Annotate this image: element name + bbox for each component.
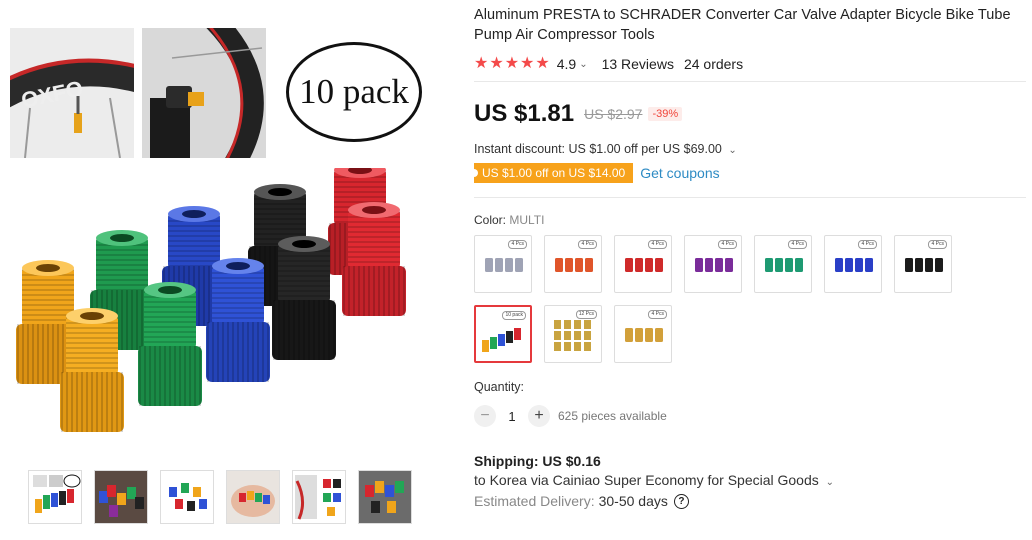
- swatch-pack-tag: 4 Pcs: [648, 240, 667, 249]
- swatch-image: [555, 258, 593, 272]
- price-row: US $1.81 US $2.97 -39%: [474, 98, 1026, 130]
- color-swatches: 4 Pcs 4 Pcs 4 Pcs 4 Pcs 4 Pcs 4 Pcs 4 Pcs 10 pa…: [474, 235, 1026, 363]
- swatch-image: [482, 328, 521, 352]
- rating-row: ★ ★ ★ ★ ★ 4.9 ⌄ 13 Reviews 24 orders: [474, 53, 1026, 75]
- color-swatch-purple[interactable]: 4 Pcs: [684, 235, 742, 293]
- color-swatch-silver[interactable]: 4 Pcs: [474, 235, 532, 293]
- color-value: MULTI: [509, 213, 545, 227]
- swatch-pack-tag: 4 Pcs: [718, 240, 737, 249]
- swatch-image: [625, 258, 663, 272]
- quantity-label: Quantity:: [474, 380, 525, 394]
- quantity-value[interactable]: 1: [496, 409, 528, 424]
- divider: [474, 197, 1026, 198]
- inset-pump-photo: [142, 28, 266, 158]
- star-icon: ★: [520, 55, 535, 72]
- color-swatch-black[interactable]: 4 Pcs: [894, 235, 952, 293]
- shipping-title: Shipping: US $0.16: [474, 453, 601, 469]
- delivery-label: Estimated Delivery:: [474, 493, 595, 509]
- adapter-red-front: [342, 202, 406, 316]
- estimated-delivery: Estimated Delivery: 30-50 days ?: [474, 493, 1026, 509]
- main-product-image[interactable]: OXFO 10 pack: [10, 28, 430, 448]
- reviews-link[interactable]: 13 Reviews: [602, 56, 674, 72]
- swatch-image: [905, 258, 943, 272]
- star-icon: ★: [489, 55, 504, 72]
- delivery-days: 30-50 days: [598, 493, 668, 509]
- shipping-destination-text: to Korea via Cainiao Super Economy for S…: [474, 472, 819, 488]
- color-swatch-red[interactable]: 4 Pcs: [614, 235, 672, 293]
- thumbnail-5[interactable]: [292, 470, 346, 524]
- swatch-pack-tag: 4 Pcs: [578, 240, 597, 249]
- color-label-text: Color:: [474, 213, 507, 227]
- color-swatch-blue[interactable]: 4 Pcs: [824, 235, 882, 293]
- thumbnail-6[interactable]: [358, 470, 412, 524]
- coupon-row: US $1.00 off on US $14.00 Get coupons: [469, 163, 1026, 183]
- adapters-illustration: [16, 168, 406, 432]
- color-swatch-multi[interactable]: 10 pack: [474, 305, 532, 363]
- orders-count: 24 orders: [683, 56, 744, 72]
- decrease-quantity-button[interactable]: −: [474, 405, 496, 427]
- color-swatch-gold-12[interactable]: 12 Pcs: [544, 305, 602, 363]
- instant-discount[interactable]: Instant discount: US $1.00 off per US $6…: [474, 142, 1026, 156]
- chevron-down-icon[interactable]: ⌄: [826, 477, 834, 488]
- help-icon[interactable]: ?: [673, 493, 689, 509]
- swatch-pack-tag: 12 Pcs: [575, 310, 597, 319]
- rating-stars: ★ ★ ★ ★ ★: [474, 56, 550, 72]
- thumbnail-4[interactable]: [226, 470, 280, 524]
- product-info: Aluminum PRESTA to SCHRADER Converter Ca…: [469, 0, 1026, 509]
- thumbnail-1[interactable]: [28, 470, 82, 524]
- image-gallery: OXFO 10 pack: [0, 0, 440, 540]
- swatch-image: [765, 258, 803, 272]
- inset-wheel-photo: OXFO: [10, 28, 134, 158]
- adapter-black-front: [272, 236, 336, 360]
- shipping-destination[interactable]: to Korea via Cainiao Super Economy for S…: [474, 472, 1026, 488]
- swatch-pack-tag: 4 Pcs: [788, 240, 807, 249]
- product-title: Aluminum PRESTA to SCHRADER Converter Ca…: [474, 7, 1011, 43]
- coupon-tag[interactable]: US $1.00 off on US $14.00: [469, 163, 634, 183]
- instant-discount-text: Instant discount: US $1.00 off per US $6…: [474, 142, 722, 156]
- color-swatch-green[interactable]: 4 Pcs: [754, 235, 812, 293]
- swatch-image: [835, 258, 873, 272]
- swatch-pack-tag: 4 Pcs: [928, 240, 947, 249]
- rating-value[interactable]: 4.9: [557, 56, 576, 72]
- swatch-image: [625, 328, 663, 342]
- adapter-blue-front: [206, 258, 270, 382]
- get-coupons-link[interactable]: Get coupons: [640, 165, 719, 181]
- available-pieces: 625 pieces available: [558, 409, 667, 423]
- thumbnail-strip: [28, 470, 412, 524]
- pack-badge: 10 pack: [286, 42, 422, 142]
- swatch-pack-tag: 4 Pcs: [508, 240, 527, 249]
- thumbnail-2[interactable]: [94, 470, 148, 524]
- adapter-green-front: [138, 282, 202, 406]
- chevron-down-icon[interactable]: ⌄: [728, 145, 736, 156]
- current-price: US $1.81: [474, 100, 575, 127]
- swatch-pack-tag: 4 Pcs: [648, 310, 667, 319]
- adapter-gold-front: [60, 308, 124, 432]
- discount-badge: -39%: [648, 107, 683, 121]
- divider: [474, 81, 1026, 82]
- swatch-image: [695, 258, 733, 272]
- color-swatch-orange-red[interactable]: 4 Pcs: [544, 235, 602, 293]
- quantity-stepper: − 1 + 625 pieces available: [474, 404, 1026, 428]
- thumbnail-3[interactable]: [160, 470, 214, 524]
- swatch-pack-tag: 4 Pcs: [858, 240, 877, 249]
- star-icon: ★: [504, 55, 520, 72]
- swatch-image: [485, 258, 523, 272]
- color-swatch-gold-4[interactable]: 4 Pcs: [614, 305, 672, 363]
- increase-quantity-button[interactable]: +: [528, 405, 550, 427]
- star-icon: ★: [535, 55, 550, 72]
- swatch-image: [554, 320, 591, 351]
- color-label: Color: MULTI: [474, 213, 1026, 227]
- chevron-down-icon[interactable]: ⌄: [579, 59, 587, 70]
- swatch-pack-tag: 10 pack: [502, 311, 526, 320]
- star-icon: ★: [474, 55, 489, 72]
- original-price: US $2.97: [584, 106, 643, 122]
